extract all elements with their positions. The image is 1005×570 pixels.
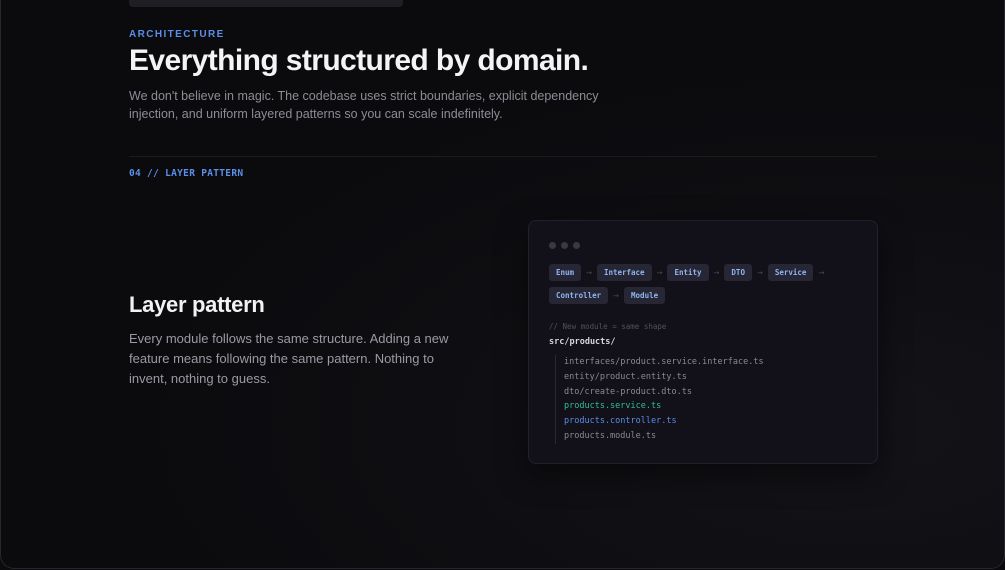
feature-title: Layer pattern bbox=[129, 292, 265, 317]
arrow-right-icon: → bbox=[656, 268, 663, 277]
arrow-right-icon: → bbox=[756, 268, 763, 277]
arrow-right-icon: → bbox=[818, 268, 825, 277]
layer-chip-module: Module bbox=[624, 287, 666, 304]
section-eyebrow: ARCHITECTURE bbox=[129, 29, 225, 40]
page-frame: ARCHITECTURE Everything structured by do… bbox=[0, 0, 1005, 569]
layer-chip-service: Service bbox=[767, 264, 814, 281]
window-dot-icon bbox=[561, 242, 568, 249]
window-controls bbox=[549, 242, 580, 249]
layer-chip-dto: DTO bbox=[724, 264, 752, 281]
layer-chip-enum: Enum bbox=[549, 264, 582, 281]
code-comment: // New module = same shape bbox=[549, 322, 667, 331]
file-entry: products.module.ts bbox=[564, 430, 657, 441]
previous-section-edge bbox=[129, 0, 403, 7]
file-tree: interfaces/product.service.interface.ts e… bbox=[555, 355, 764, 444]
file-entry: entity/product.entity.ts bbox=[564, 371, 687, 382]
file-entry: products.controller.ts bbox=[564, 416, 677, 427]
arrow-right-icon: → bbox=[613, 291, 620, 300]
section-divider bbox=[129, 156, 877, 157]
code-window: Enum → Interface → Entity → DTO → Service → Contro… bbox=[528, 220, 878, 464]
feature-description: Every module follows the same structure.… bbox=[129, 331, 449, 386]
layer-chain: Enum → Interface → Entity → DTO → Service → Contro… bbox=[549, 264, 869, 304]
arrow-right-icon: → bbox=[713, 268, 720, 277]
section-tag: 04 // LAYER PATTERN bbox=[129, 168, 244, 179]
page-title: Everything structured by domain. bbox=[129, 44, 589, 77]
page-description: We don't believe in magic. The codebase … bbox=[129, 89, 599, 121]
file-entry: interfaces/product.service.interface.ts bbox=[564, 357, 764, 367]
arrow-right-icon: → bbox=[586, 268, 592, 277]
layer-chip-controller: Controller bbox=[549, 287, 609, 304]
layer-chip-interface: Interface bbox=[596, 264, 652, 281]
layer-chip-entity: Entity bbox=[667, 264, 709, 281]
code-snippet: // New module = same shape src/products/… bbox=[549, 322, 764, 444]
file-entry: products.service.ts bbox=[564, 401, 662, 412]
file-entry: dto/create-product.dto.ts bbox=[564, 386, 692, 397]
window-dot-icon bbox=[573, 242, 580, 249]
directory-name: src/products/ bbox=[549, 337, 616, 347]
window-dot-icon bbox=[549, 242, 556, 249]
